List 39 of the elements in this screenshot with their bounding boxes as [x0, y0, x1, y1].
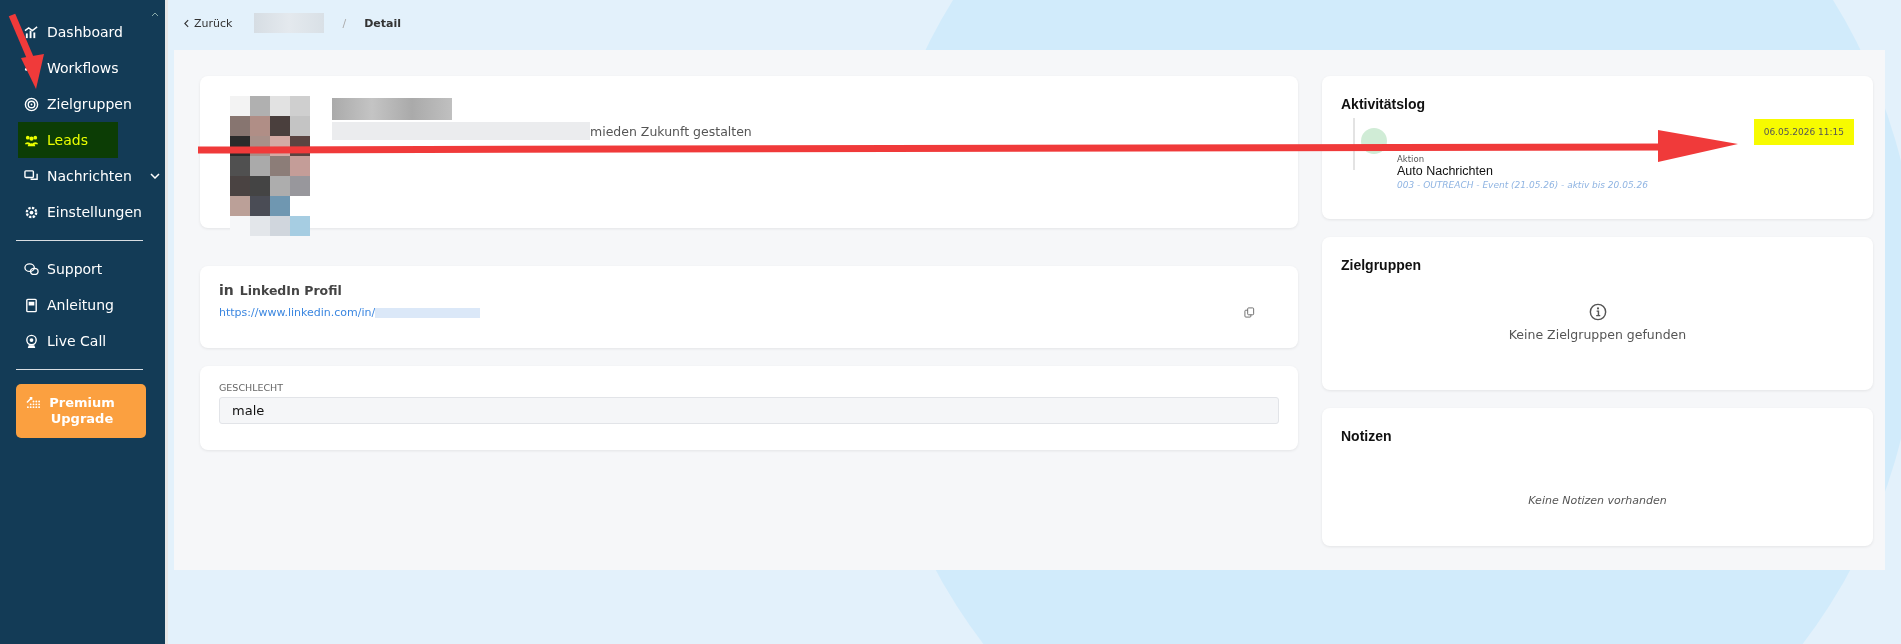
entry-detail: 003 - OUTREACH - Event (21.05.26) - aktiv bis 20.05.26 [1397, 180, 1648, 190]
profile-link[interactable]: https://www.linkedin.com/in/ [219, 306, 376, 319]
card-title: Aktivitätslog [1341, 96, 1426, 112]
sidebar-item[interactable]: Anleitung [18, 287, 120, 323]
timestamp: 06.05.2026 11:15 [1753, 119, 1854, 145]
card-title: Notizen [1341, 427, 1393, 444]
sidebar-item[interactable]: Support [18, 251, 118, 287]
breadcrumb-current: Detail [364, 16, 401, 30]
chart-icon [24, 24, 39, 40]
book-icon [24, 297, 39, 313]
scroll-up-icon[interactable] [151, 12, 159, 17]
sidebar-item[interactable]: Zielgruppen [18, 86, 138, 122]
gender-field[interactable]: male [219, 397, 1279, 424]
chevron-left-icon [184, 18, 189, 28]
redacted-block [254, 13, 325, 33]
entry-title: Auto Nachrichten [1397, 164, 1494, 178]
webcam-icon [24, 333, 39, 349]
sidebar-item[interactable]: Nachrichten [18, 158, 166, 194]
speech-bubbles-icon [24, 261, 39, 277]
back-link[interactable]: Zurück [184, 16, 233, 30]
card-title: LinkedIn Profil [239, 282, 342, 298]
entry-type: Aktion [1397, 154, 1426, 164]
empty-message: Keine Notizen vorhanden [1528, 493, 1667, 507]
headline-text: mieden Zukunft gestalten [590, 123, 752, 139]
info-icon [1588, 303, 1607, 322]
growth-dots-icon [26, 394, 41, 409]
gear-icon [24, 204, 39, 220]
copy-icon[interactable] [1244, 307, 1255, 318]
sidebar-item[interactable]: Dashboard [18, 14, 129, 50]
chevron-down-icon [149, 173, 160, 179]
sidebar-item[interactable]: Einstellungen [18, 194, 148, 230]
breadcrumb-separator: / [342, 16, 347, 30]
empty-message: Keine Zielgruppen gefunden [1508, 327, 1687, 343]
linkedin-icon: in [219, 282, 234, 298]
field-label: GESCHLECHT [219, 382, 285, 393]
card-title: Zielgruppen [1341, 257, 1423, 274]
sidebar-item[interactable]: Leads [18, 122, 118, 158]
sidebar-item[interactable]: Live Call [18, 323, 118, 359]
target-icon [24, 96, 39, 112]
